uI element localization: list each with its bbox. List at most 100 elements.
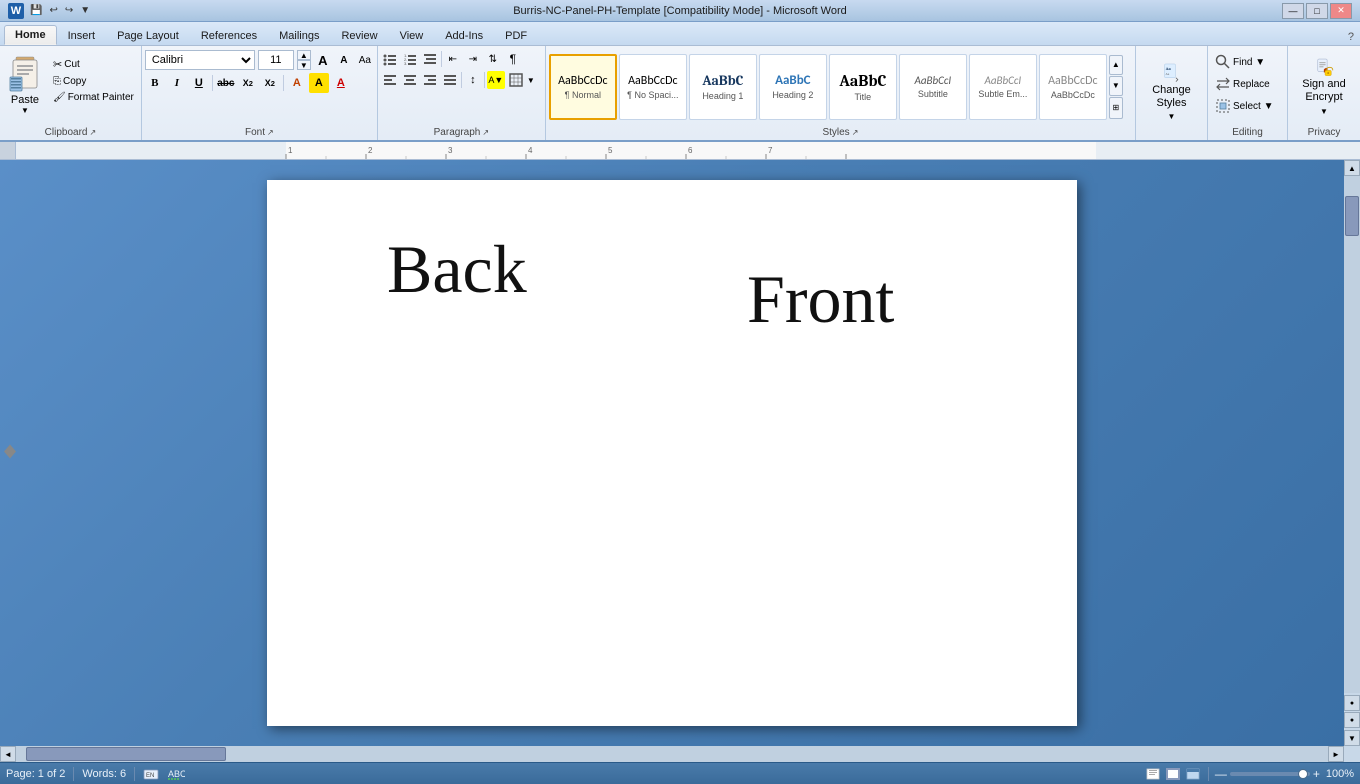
find-button[interactable]: Find ▼ bbox=[1211, 52, 1284, 72]
decrease-indent-btn[interactable]: ⇤ bbox=[444, 50, 462, 68]
style-title[interactable]: AaBbC Title bbox=[829, 54, 897, 120]
help-btn[interactable]: ? bbox=[1342, 29, 1360, 45]
replace-button[interactable]: Replace bbox=[1211, 74, 1284, 94]
style-no-spacing[interactable]: AaBbCcDc ¶ No Spaci... bbox=[619, 54, 687, 120]
styles-more-btn[interactable]: ⊞ bbox=[1109, 97, 1123, 119]
styles-scroll-up-btn[interactable]: ▲ bbox=[1109, 55, 1123, 75]
font-size-decrease-btn[interactable]: ▼ bbox=[297, 60, 311, 70]
tab-references[interactable]: References bbox=[190, 25, 268, 45]
superscript-btn[interactable]: X2 bbox=[260, 73, 280, 93]
show-hide-btn[interactable]: ¶ bbox=[504, 50, 522, 68]
style-heading2[interactable]: AaBbC Heading 2 bbox=[759, 54, 827, 120]
copy-button[interactable]: ⎘ Copy bbox=[49, 74, 138, 89]
sort-btn[interactable]: ⇅ bbox=[484, 50, 502, 68]
style-subtle-em[interactable]: AaBbCcI Subtle Em... bbox=[969, 54, 1037, 120]
shrink-font-btn[interactable]: A bbox=[335, 51, 353, 69]
italic-btn[interactable]: I bbox=[167, 73, 187, 93]
close-btn[interactable]: ✕ bbox=[1330, 3, 1352, 19]
tab-mailings[interactable]: Mailings bbox=[268, 25, 330, 45]
bold-btn[interactable]: B bbox=[145, 73, 165, 93]
h-scroll-thumb[interactable] bbox=[26, 747, 226, 761]
grow-font-btn[interactable]: A bbox=[314, 51, 332, 69]
styles-scroll-down-btn[interactable]: ▼ bbox=[1109, 76, 1123, 96]
format-painter-button[interactable]: 🖌 Format Painter bbox=[49, 90, 138, 105]
style-subtitle[interactable]: AaBbCcI Subtitle bbox=[899, 54, 967, 120]
font-size-input[interactable] bbox=[258, 50, 294, 70]
zoom-level[interactable]: 100% bbox=[1326, 768, 1354, 780]
change-styles-section-label bbox=[1139, 136, 1204, 140]
font-size-increase-btn[interactable]: ▲ bbox=[297, 50, 311, 60]
numbered-list-btn[interactable]: 1. 2. 3. bbox=[401, 50, 419, 68]
undo-btn[interactable]: ↩ bbox=[47, 4, 59, 17]
font-expand-btn[interactable]: ↗ bbox=[267, 128, 274, 137]
align-right-btn[interactable] bbox=[421, 71, 439, 89]
paste-button[interactable]: Paste ▼ bbox=[3, 52, 47, 118]
zoom-thumb[interactable] bbox=[1298, 769, 1308, 779]
styles-expand-btn[interactable]: ↗ bbox=[852, 128, 859, 137]
text-highlight-btn[interactable]: A bbox=[309, 73, 329, 93]
doc-scroll-area[interactable]: Back Front bbox=[0, 160, 1344, 746]
minimize-btn[interactable]: — bbox=[1282, 3, 1304, 19]
bullet-list-btn[interactable] bbox=[381, 50, 399, 68]
h-scroll-track[interactable] bbox=[16, 746, 1328, 762]
subscript-btn[interactable]: X2 bbox=[238, 73, 258, 93]
shading-btn[interactable]: A▼ bbox=[487, 71, 505, 89]
justify-btn[interactable] bbox=[441, 71, 459, 89]
paragraph-expand-btn[interactable]: ↗ bbox=[482, 128, 489, 137]
paste-icon bbox=[8, 55, 42, 93]
h-scroll-right-btn[interactable]: ► bbox=[1328, 746, 1344, 762]
font-color-btn[interactable]: A bbox=[331, 73, 351, 93]
zoom-track[interactable] bbox=[1230, 772, 1310, 776]
horizontal-scrollbar[interactable]: ◄ ► bbox=[0, 746, 1360, 762]
language-icon[interactable]: EN bbox=[143, 767, 159, 781]
zoom-in-btn[interactable]: + bbox=[1313, 767, 1320, 781]
cut-button[interactable]: ✂ Cut bbox=[49, 56, 138, 73]
tab-view[interactable]: View bbox=[389, 25, 435, 45]
tab-page-layout[interactable]: Page Layout bbox=[106, 25, 190, 45]
h-scroll-left-btn[interactable]: ◄ bbox=[0, 746, 16, 762]
customize-qa-btn[interactable]: ▼ bbox=[78, 4, 92, 17]
tab-home[interactable]: Home bbox=[4, 25, 57, 45]
increase-indent-btn[interactable]: ⇥ bbox=[464, 50, 482, 68]
redo-btn[interactable]: ↪ bbox=[63, 4, 75, 17]
select-icon bbox=[1215, 98, 1231, 114]
tab-addins[interactable]: Add-Ins bbox=[434, 25, 494, 45]
text-effect-btn[interactable]: A bbox=[287, 73, 307, 93]
scrollbar-thumb[interactable] bbox=[1345, 196, 1359, 236]
document-page[interactable]: Back Front bbox=[267, 180, 1077, 726]
scrollbar-up-btn[interactable]: ▲ bbox=[1344, 160, 1360, 176]
zoom-out-btn[interactable]: — bbox=[1215, 767, 1227, 781]
font-name-select[interactable]: Calibri Arial Times New Roman bbox=[145, 50, 255, 70]
save-btn[interactable]: 💾 bbox=[28, 4, 44, 17]
style-normal[interactable]: AaBbCcDc ¶ Normal bbox=[549, 54, 617, 120]
scrollbar-track[interactable] bbox=[1344, 176, 1360, 693]
strikethrough-btn[interactable]: abc bbox=[216, 73, 236, 93]
line-spacing-btn[interactable]: ↕ bbox=[464, 71, 482, 89]
align-center-btn[interactable] bbox=[401, 71, 419, 89]
tab-review[interactable]: Review bbox=[330, 25, 388, 45]
scrollbar-full-btn[interactable]: ● bbox=[1344, 712, 1360, 728]
vertical-scrollbar[interactable]: ▲ ● ● ▼ bbox=[1344, 160, 1360, 746]
tab-insert[interactable]: Insert bbox=[57, 25, 107, 45]
style-more[interactable]: AaBbCcDc AaBbCcDc bbox=[1039, 54, 1107, 120]
tab-pdf[interactable]: PDF bbox=[494, 25, 538, 45]
spellcheck-icon[interactable]: ABC bbox=[167, 767, 185, 781]
sign-encrypt-btn[interactable]: Sign andEncrypt ▼ bbox=[1293, 53, 1354, 121]
clear-format-btn[interactable]: Aa bbox=[356, 51, 374, 69]
align-left-btn[interactable] bbox=[381, 71, 399, 89]
scrollbar-shrink-btn[interactable]: ● bbox=[1344, 695, 1360, 711]
clipboard-expand-btn[interactable]: ↗ bbox=[89, 128, 96, 137]
select-button[interactable]: Select ▼ bbox=[1211, 96, 1284, 116]
scrollbar-down-btn[interactable]: ▼ bbox=[1344, 730, 1360, 746]
borders-dropdown-arrow[interactable]: ▼ bbox=[527, 76, 535, 85]
copy-icon: ⎘ bbox=[53, 76, 61, 87]
word-count[interactable]: Words: 6 bbox=[82, 768, 126, 780]
maximize-btn[interactable]: □ bbox=[1306, 3, 1328, 19]
editing-label: Editing bbox=[1211, 125, 1284, 140]
underline-btn[interactable]: U bbox=[189, 73, 209, 93]
borders-btn[interactable] bbox=[507, 71, 525, 89]
style-heading1[interactable]: AaBbC Heading 1 bbox=[689, 54, 757, 120]
change-styles-btn[interactable]: Aa Aa ChangeStyles ▼ bbox=[1143, 58, 1200, 126]
multilevel-list-btn[interactable] bbox=[421, 50, 439, 68]
page-info[interactable]: Page: 1 of 2 bbox=[6, 768, 65, 780]
